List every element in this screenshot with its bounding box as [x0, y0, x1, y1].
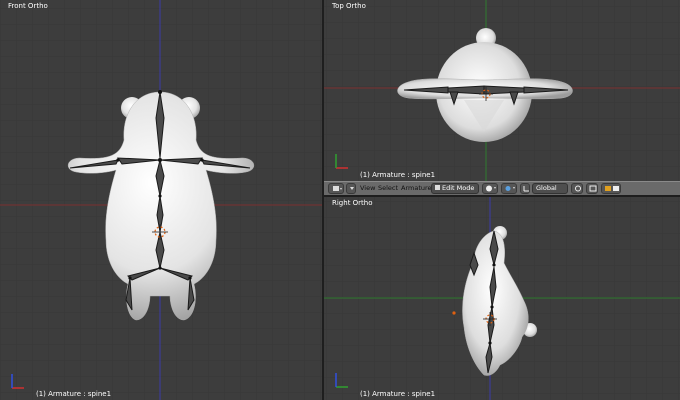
viewport-top[interactable]: Top Ortho (1) Armature : spine1 — [324, 0, 680, 181]
view-menu[interactable]: View — [360, 183, 375, 194]
viewport-front-canvas[interactable] — [0, 0, 322, 400]
viewport-front-info: (1) Armature : spine1 — [36, 390, 112, 398]
transform-orientation-value: Global — [536, 184, 557, 192]
viewport-right[interactable]: Right Ortho (1) Armature : spine1 — [324, 197, 680, 400]
viewport-right-canvas[interactable] — [324, 197, 680, 400]
viewport-top-info: (1) Armature : spine1 — [360, 171, 436, 179]
viewport-front[interactable]: Front Ortho (1) Armature : spine1 — [0, 0, 322, 400]
viewport-right-title: Right Ortho — [332, 199, 373, 207]
layer-icon[interactable] — [586, 183, 598, 194]
editor-type-icon[interactable] — [328, 183, 344, 194]
manipulator-icon[interactable] — [520, 183, 530, 194]
mode-value: Edit Mode — [442, 184, 475, 192]
select-menu[interactable]: Select — [378, 183, 398, 194]
menu-toggle-icon[interactable] — [346, 183, 356, 194]
origin-dot — [452, 311, 456, 315]
pivot-icon[interactable] — [501, 183, 517, 194]
mode-dropdown[interactable]: Edit Mode — [431, 183, 479, 194]
viewport-top-title: Top Ortho — [332, 2, 366, 10]
viewport-front-title: Front Ortho — [8, 2, 48, 10]
render-preview-icon[interactable] — [601, 183, 621, 194]
viewport-top-canvas[interactable] — [324, 0, 680, 181]
transform-orientation-dropdown[interactable]: Global — [532, 183, 568, 194]
viewport-right-info: (1) Armature : spine1 — [360, 390, 436, 398]
snap-icon[interactable] — [571, 183, 583, 194]
armature-menu[interactable]: Armature — [401, 183, 432, 194]
mode-icon — [435, 185, 440, 190]
viewport-header-toolbar: View Select Armature Edit Mode Global — [324, 181, 680, 196]
shading-sphere-icon[interactable] — [482, 183, 498, 194]
